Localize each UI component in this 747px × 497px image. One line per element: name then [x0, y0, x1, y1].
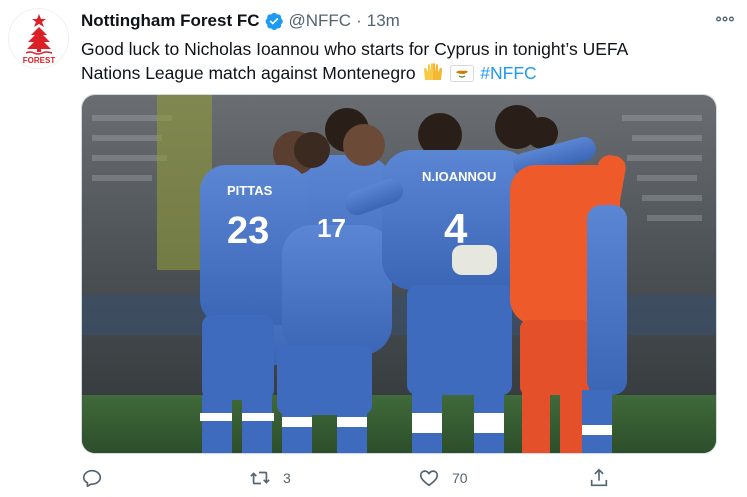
raised-hands-emoji [422, 62, 444, 88]
avatar[interactable]: FOREST [8, 8, 69, 69]
jersey-name-pittas: PITTAS [227, 183, 273, 198]
jersey-number-4: 4 [444, 205, 468, 252]
team-huddle-photo: 23 PITTAS 17 N.IOANNOU 4 [82, 95, 716, 453]
tweet-actions: 3 70 [81, 463, 641, 493]
tweet-photo[interactable]: 23 PITTAS 17 N.IOANNOU 4 [81, 94, 717, 454]
more-dots-icon[interactable] [711, 8, 739, 30]
tweet-text: Good luck to Nicholas Ioannou who starts… [81, 37, 691, 88]
author-name[interactable]: Nottingham Forest FC [81, 11, 260, 31]
avatar-text: FOREST [22, 56, 55, 65]
share-icon [590, 468, 608, 487]
separator-dot: · [356, 11, 362, 30]
nffc-crest-icon: FOREST [22, 13, 55, 65]
author-handle[interactable]: @NFFC [289, 11, 352, 31]
reply-icon [82, 469, 102, 488]
timestamp[interactable]: 13m [367, 11, 400, 31]
jersey-name-ioannou: N.IOANNOU [422, 169, 496, 184]
heart-icon [419, 470, 439, 487]
retweet-icon [250, 471, 270, 485]
verified-badge-icon [264, 11, 284, 31]
share-button[interactable] [588, 463, 610, 493]
retweet-count: 3 [283, 470, 291, 486]
hashtag-link[interactable]: #NFFC [480, 63, 536, 83]
tweet-header: Nottingham Forest FC @NFFC · 13m [81, 10, 737, 32]
like-button[interactable]: 70 [418, 463, 468, 493]
retweet-button[interactable]: 3 [249, 463, 291, 493]
like-count: 70 [452, 470, 468, 486]
jersey-number-17: 17 [317, 213, 346, 243]
cyprus-flag-emoji [450, 64, 475, 88]
tweet-body: Good luck to Nicholas Ioannou who starts… [81, 39, 628, 83]
jersey-number-23: 23 [227, 210, 269, 252]
reply-button[interactable] [81, 463, 103, 493]
